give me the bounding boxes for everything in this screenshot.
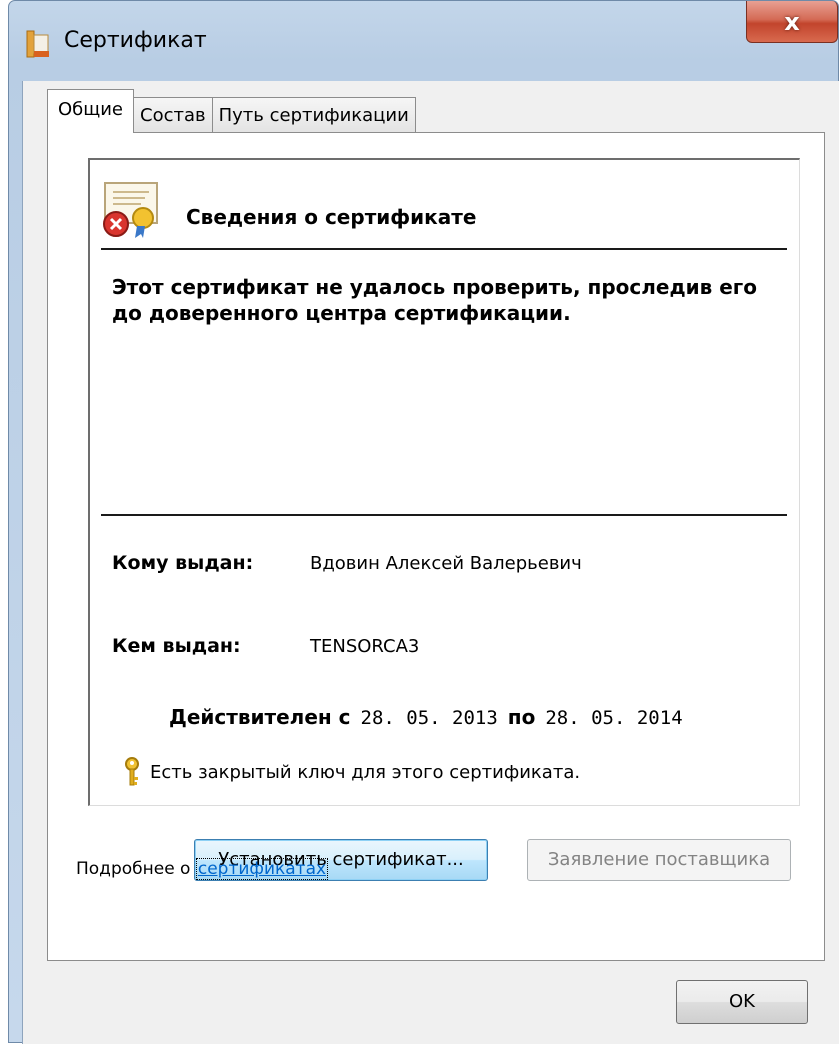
bottom-divider <box>101 514 787 516</box>
valid-to-label: по <box>507 705 536 729</box>
private-key-notice: Есть закрытый ключ для этого сертификата… <box>124 757 580 787</box>
close-icon: x <box>784 7 800 36</box>
issued-by-value: TENSORCA3 <box>310 636 420 657</box>
certificate-dialog: Сертификат x Общие Состав Путь сертифика… <box>8 0 839 1044</box>
issued-by-label: Кем выдан: <box>112 635 241 657</box>
valid-from-label: Действителен с <box>169 705 351 729</box>
issued-to-label: Кому выдан: <box>112 552 254 574</box>
more-info-prefix: Подробнее о <box>76 859 196 879</box>
certificate-app-icon <box>26 30 49 58</box>
tab-panel-general: Сведения о сертификате Этот сертификат н… <box>47 132 825 961</box>
tab-details[interactable]: Состав <box>133 97 213 133</box>
top-divider <box>101 248 787 250</box>
info-title: Сведения о сертификате <box>186 205 477 229</box>
key-icon <box>125 757 139 786</box>
valid-to-date: 28. 05. 2014 <box>545 707 683 729</box>
certificate-error-icon <box>103 182 158 238</box>
issued-to-value: Вдовин Алексей Валерьевич <box>310 553 582 574</box>
window-title: Сертификат <box>64 28 207 53</box>
close-button[interactable]: x <box>746 1 838 43</box>
ok-button[interactable]: OK <box>676 980 808 1024</box>
tab-strip: Общие Состав Путь сертификации <box>47 89 416 133</box>
verification-warning: Этот сертификат не удалось проверить, пр… <box>112 275 757 325</box>
certificate-info-box: Сведения о сертификате Этот сертификат н… <box>88 158 800 806</box>
issuer-statement-button[interactable]: Заявление поставщика <box>527 839 791 881</box>
validity-period: Действителен с 28. 05. 2013 по 28. 05. 2014 <box>169 705 693 729</box>
title-bar[interactable]: Сертификат x <box>9 1 838 83</box>
dialog-client-area: Общие Состав Путь сертификации Сведения … <box>22 81 839 1044</box>
valid-from-date: 28. 05. 2013 <box>360 707 498 729</box>
more-info-line: Подробнее о сертификатах <box>76 858 329 880</box>
private-key-text: Есть закрытый ключ для этого сертификата… <box>150 761 581 783</box>
tab-general[interactable]: Общие <box>47 89 134 133</box>
certificates-link[interactable]: сертификатах <box>195 858 329 880</box>
tab-certification-path[interactable]: Путь сертификации <box>211 97 416 133</box>
